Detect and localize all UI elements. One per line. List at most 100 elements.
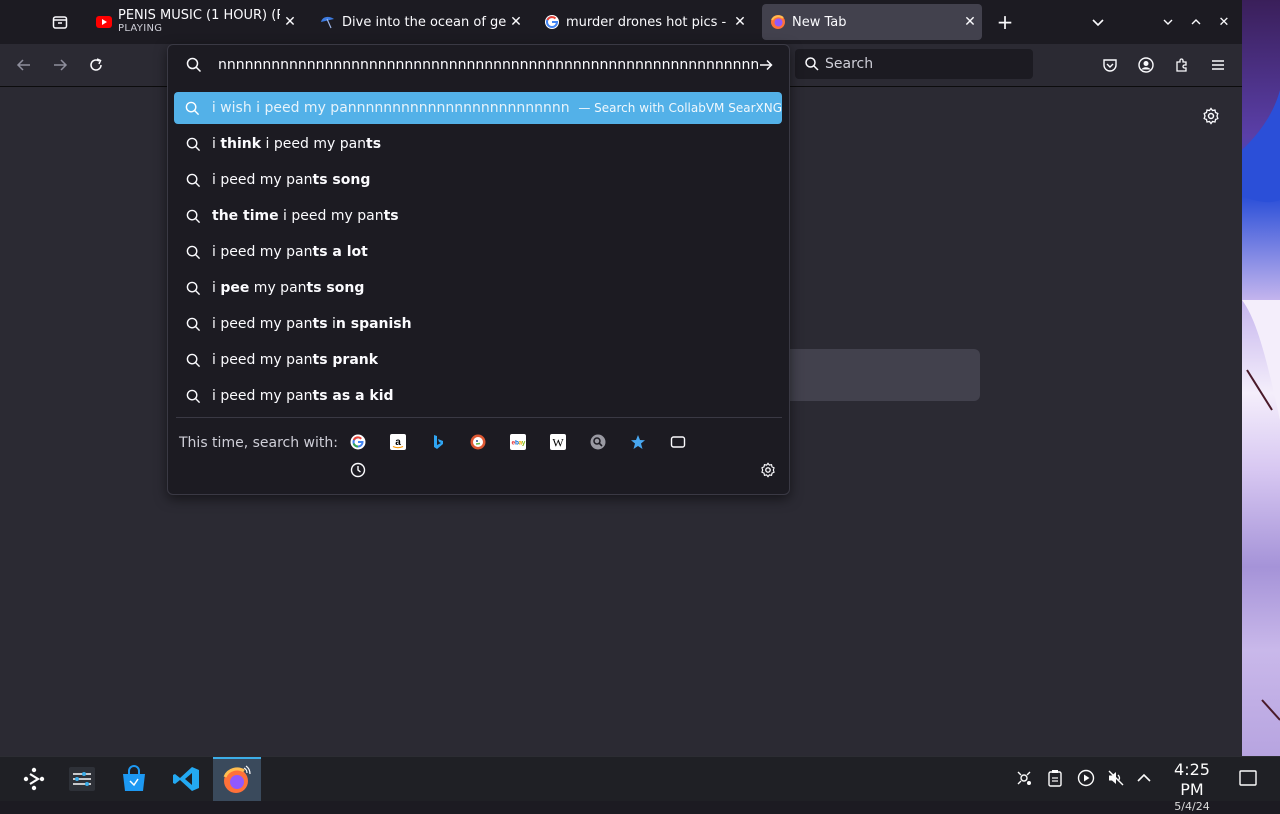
system-settings-icon[interactable] (58, 759, 106, 799)
new-tab-button[interactable]: + (990, 0, 1020, 44)
tab-title: New Tab (792, 14, 847, 30)
search-icon (174, 317, 212, 332)
suggestion-item[interactable]: i peed my pants as a kid (174, 380, 782, 412)
suggestion-action: — Search with CollabVM SearXNG (578, 101, 782, 115)
suggestion-text: i wish i peed my pannnnnnnnnnnnnnnnnnnnn… (211, 100, 571, 116)
close-icon[interactable]: ✕ (280, 14, 300, 30)
store-icon[interactable] (110, 759, 158, 799)
close-icon[interactable]: ✕ (730, 14, 750, 30)
menu-icon[interactable] (1203, 50, 1233, 80)
show-desktop-icon[interactable] (1237, 767, 1259, 789)
search-icon (174, 137, 212, 152)
search-icon (805, 57, 819, 71)
search-icon (186, 57, 202, 73)
suggestion-item[interactable]: i peed my pants a lot (174, 236, 782, 268)
desktop-wallpaper (1242, 0, 1280, 756)
suggestion-text: i pee my pants song (212, 280, 365, 296)
clock-time: 4:25 PM (1174, 760, 1210, 799)
suggestion-item[interactable]: the time i peed my pants (174, 200, 782, 232)
volume-muted-icon[interactable] (1105, 767, 1127, 789)
ebay-icon[interactable]: ebay (508, 432, 528, 452)
search-icon (174, 389, 212, 404)
tab-new-tab[interactable]: New Tab ✕ (762, 4, 982, 40)
browser-window: PENIS MUSIC (1 HOUR) (PE PLAYING ✕ Dive … (0, 0, 1242, 756)
firefox-taskbar-icon[interactable] (213, 757, 261, 801)
searxng-icon[interactable] (588, 432, 608, 452)
tab-dive-ocean[interactable]: Dive into the ocean of gen ✕ (312, 4, 528, 40)
firefox-view-icon[interactable] (46, 0, 74, 44)
suggestion-item[interactable]: i pee my pants song (174, 272, 782, 304)
google-icon[interactable] (348, 432, 368, 452)
list-all-tabs-icon[interactable] (1084, 0, 1112, 44)
suggestion-text: i peed my pants song (212, 172, 371, 188)
tab-playing-label: PLAYING (118, 23, 163, 34)
url-input[interactable]: nnnnnnnnnnnnnnnnnnnnnnnnnnnnnnnnnnnnnnnn… (218, 53, 758, 77)
url-input-text: nnnnnnnnnnnnnnnnnnnnnnnnnnnnnnnnnnnnnnnn… (218, 57, 758, 73)
clipboard-icon[interactable] (1044, 767, 1066, 789)
tab-title: Dive into the ocean of gen (342, 14, 506, 30)
suggestion-text: the time i peed my pants (212, 208, 399, 224)
search-icon (174, 173, 212, 188)
gear-icon[interactable] (1199, 104, 1223, 128)
maximize-icon[interactable] (1184, 0, 1208, 44)
media-player-icon[interactable] (1075, 767, 1097, 789)
firefox-icon (770, 14, 786, 30)
app-launcher-icon[interactable] (10, 759, 58, 799)
tab-title: PENIS MUSIC (1 HOUR) (PE (118, 9, 280, 22)
taskbar: 4:25 PM 5/4/24 (0, 756, 1280, 813)
forward-button[interactable] (45, 50, 75, 80)
tab-strip: PENIS MUSIC (1 HOUR) (PE PLAYING ✕ Dive … (0, 0, 1242, 44)
system-tray-expand-icon[interactable] (1133, 767, 1155, 789)
minimize-icon[interactable] (1156, 0, 1180, 44)
one-off-label: This time, search with: (179, 435, 338, 451)
urlbar: nnnnnnnnnnnnnnnnnnnnnnnnnnnnnnnnnnnnnnnn… (168, 45, 789, 85)
tabs-icon[interactable] (668, 432, 688, 452)
suggestion-item[interactable]: i peed my pants prank (174, 344, 782, 376)
svg-text:y: y (522, 440, 526, 447)
kde-connect-icon[interactable] (1013, 767, 1035, 789)
search-bar[interactable]: Search (795, 49, 1033, 79)
tab-title: murder drones hot pics - G (566, 14, 730, 30)
search-settings-icon[interactable] (758, 460, 778, 480)
urlbar-dropdown: nnnnnnnnnnnnnnnnnnnnnnnnnnnnnnnnnnnnnnnn… (167, 44, 790, 495)
search-icon (174, 101, 212, 116)
bing-icon[interactable] (428, 432, 448, 452)
amazon-icon[interactable]: a (388, 432, 408, 452)
suggestion-item[interactable]: i think i peed my pants (174, 128, 782, 160)
wikipedia-icon[interactable]: W (548, 432, 568, 452)
clock-date: 5/4/24 (1174, 800, 1210, 813)
suggestion-text: i think i peed my pants (212, 136, 382, 152)
google-icon (544, 14, 560, 30)
suggestion-text: i peed my pants a lot (212, 244, 368, 260)
divider (176, 417, 782, 418)
history-icon[interactable] (348, 460, 368, 480)
svg-text:a: a (395, 437, 401, 448)
account-icon[interactable] (1131, 50, 1161, 80)
search-icon (174, 245, 212, 260)
tab-murder-drones[interactable]: murder drones hot pics - G ✕ (536, 4, 752, 40)
close-icon[interactable]: ✕ (506, 14, 526, 30)
new-tab-search-field[interactable] (780, 349, 980, 401)
vscode-icon[interactable] (162, 759, 210, 799)
bookmarks-icon[interactable] (628, 432, 648, 452)
suggestion-text: i peed my pants in spanish (212, 316, 412, 332)
suggestion-item[interactable]: i peed my pants in spanish (174, 308, 782, 340)
youtube-icon (96, 14, 112, 30)
search-icon (174, 281, 212, 296)
suggestion-item[interactable]: i peed my pants song (174, 164, 782, 196)
pocket-icon[interactable] (1095, 50, 1125, 80)
close-icon[interactable]: ✕ (960, 14, 980, 30)
suggestion-selected[interactable]: i wish i peed my pannnnnnnnnnnnnnnnnnnnn… (174, 92, 782, 124)
clock[interactable]: 4:25 PM 5/4/24 (1160, 760, 1224, 814)
duckduckgo-icon[interactable] (468, 432, 488, 452)
go-arrow-icon[interactable] (758, 57, 774, 73)
search-placeholder: Search (825, 56, 874, 72)
window-close-icon[interactable]: ✕ (1212, 0, 1236, 44)
back-button[interactable] (9, 50, 39, 80)
extensions-icon[interactable] (1167, 50, 1197, 80)
umbrella-icon (320, 14, 336, 30)
tab-penis-music[interactable]: PENIS MUSIC (1 HOUR) (PE PLAYING ✕ (88, 4, 302, 40)
reload-button[interactable] (81, 50, 111, 80)
suggestion-text: i peed my pants prank (212, 352, 379, 368)
search-icon (174, 209, 212, 224)
